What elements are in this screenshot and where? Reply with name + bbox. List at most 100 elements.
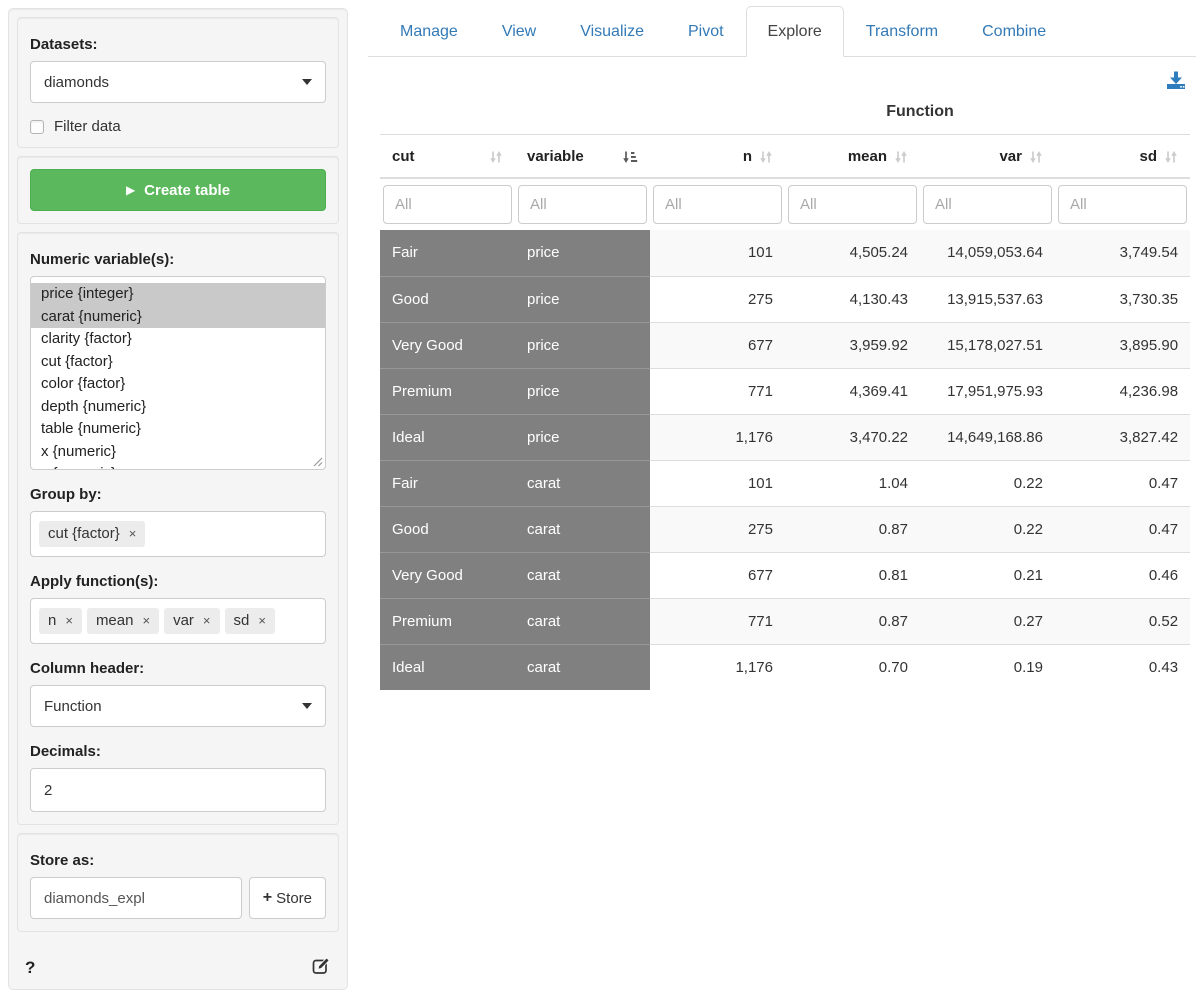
remove-tag-icon[interactable]: × xyxy=(65,613,73,629)
column-header-sd[interactable]: sd xyxy=(1140,148,1158,165)
function-tag-sd[interactable]: sd× xyxy=(225,608,275,634)
function-tag-mean[interactable]: mean × xyxy=(87,608,159,634)
cell-cut: Premium xyxy=(380,368,515,414)
list-item-clarity[interactable]: clarity {factor} xyxy=(31,328,325,351)
list-item-cut[interactable]: cut {factor} xyxy=(31,351,325,374)
group-by-input[interactable]: cut {factor}× xyxy=(30,511,326,557)
filter-input-mean[interactable] xyxy=(788,185,917,224)
tag-label: var xyxy=(173,612,194,630)
cell-cut: Ideal xyxy=(380,414,515,460)
tab-pivot[interactable]: Pivot xyxy=(666,6,746,57)
remove-tag-icon[interactable]: × xyxy=(258,613,266,629)
store-button[interactable]: + Store xyxy=(249,877,326,919)
list-item-y[interactable]: y {numeric} xyxy=(31,463,325,470)
sort-icon[interactable] xyxy=(1164,150,1178,164)
cell-n: 677 xyxy=(650,322,785,368)
tab-visualize[interactable]: Visualize xyxy=(558,6,666,57)
cell-mean: 0.81 xyxy=(785,552,920,598)
table-row: Very Goodprice6773,959.9215,178,027.513,… xyxy=(380,322,1190,368)
sort-icon[interactable] xyxy=(1029,150,1043,164)
apply-functions-label: Apply function(s): xyxy=(30,573,326,590)
cell-n: 275 xyxy=(650,276,785,322)
tab-combine[interactable]: Combine xyxy=(960,6,1068,57)
column-header-var[interactable]: var xyxy=(999,148,1022,165)
cell-cut: Ideal xyxy=(380,644,515,690)
cell-var: 0.19 xyxy=(920,644,1055,690)
sort-icon[interactable] xyxy=(894,150,908,164)
list-item-x[interactable]: x {numeric} xyxy=(31,441,325,464)
toolbar xyxy=(380,57,1196,97)
cell-var: 13,915,537.63 xyxy=(920,276,1055,322)
explore-controls-panel: Numeric variable(s): price {integer}cara… xyxy=(17,232,339,825)
group-by-tag-cut[interactable]: cut {factor}× xyxy=(39,521,145,547)
sort-icon[interactable] xyxy=(759,150,773,164)
cell-mean: 3,470.22 xyxy=(785,414,920,460)
list-item-carat[interactable]: carat {numeric} xyxy=(31,306,325,329)
function-tag-var[interactable]: var × xyxy=(164,608,219,634)
column-header-n[interactable]: n xyxy=(743,148,752,165)
cell-sd: 0.43 xyxy=(1055,644,1190,690)
remove-tag-icon[interactable]: × xyxy=(142,613,150,629)
checkbox-icon[interactable] xyxy=(30,120,44,134)
create-table-panel: ▶ Create table xyxy=(17,156,339,224)
cell-var: 0.22 xyxy=(920,460,1055,506)
group-by-label: Group by: xyxy=(30,486,326,503)
list-item-color[interactable]: color {factor} xyxy=(31,373,325,396)
remove-tag-icon[interactable]: × xyxy=(203,613,211,629)
cell-mean: 4,130.43 xyxy=(785,276,920,322)
create-table-button[interactable]: ▶ Create table xyxy=(30,169,326,211)
download-icon[interactable] xyxy=(1166,71,1186,95)
decimals-input[interactable] xyxy=(30,768,326,812)
dataset-select[interactable]: diamonds xyxy=(30,61,326,103)
remove-tag-icon[interactable]: × xyxy=(129,526,137,542)
main-content: ManageViewVisualizePivotExploreTransform… xyxy=(368,0,1196,690)
tab-manage[interactable]: Manage xyxy=(378,6,480,57)
sort-active-icon[interactable] xyxy=(622,150,638,164)
tab-explore[interactable]: Explore xyxy=(746,6,844,57)
cell-n: 1,176 xyxy=(650,414,785,460)
tab-transform[interactable]: Transform xyxy=(844,6,960,57)
sort-icon[interactable] xyxy=(489,150,503,164)
list-item-price[interactable]: price {integer} xyxy=(31,283,325,306)
filter-input-cut[interactable] xyxy=(383,185,512,224)
cell-cut: Good xyxy=(380,506,515,552)
filter-input-variable[interactable] xyxy=(518,185,647,224)
datasets-label: Datasets: xyxy=(30,36,326,53)
tag-label: mean xyxy=(96,612,134,630)
numeric-variables-list[interactable]: price {integer}carat {numeric}clarity {f… xyxy=(30,276,326,470)
cell-sd: 0.46 xyxy=(1055,552,1190,598)
function-tag-n[interactable]: n× xyxy=(39,608,82,634)
filter-input-sd[interactable] xyxy=(1058,185,1187,224)
cell-mean: 4,505.24 xyxy=(785,230,920,276)
store-as-input[interactable] xyxy=(30,877,242,919)
cell-sd: 3,827.42 xyxy=(1055,414,1190,460)
cell-variable: price xyxy=(515,414,650,460)
dataset-panel: Datasets: diamonds Filter data xyxy=(17,17,339,148)
apply-functions-input[interactable]: n×mean×var×sd× xyxy=(30,598,326,644)
filter-input-n[interactable] xyxy=(653,185,782,224)
column-header-cut[interactable]: cut xyxy=(392,148,415,165)
cell-n: 771 xyxy=(650,368,785,414)
column-header-select[interactable]: Function xyxy=(30,685,326,727)
cell-mean: 1.04 xyxy=(785,460,920,506)
column-header-variable[interactable]: variable xyxy=(527,148,584,165)
cell-cut: Fair xyxy=(380,230,515,276)
filter-input-var[interactable] xyxy=(923,185,1052,224)
resize-handle-icon[interactable] xyxy=(313,457,323,467)
explore-table: Function cut variable n mean var sd Fair price… xyxy=(380,97,1190,690)
filter-data-checkbox[interactable]: Filter data xyxy=(30,118,326,135)
cell-sd: 0.52 xyxy=(1055,598,1190,644)
table-row: Idealcarat1,1760.700.190.43 xyxy=(380,644,1190,690)
cell-sd: 3,749.54 xyxy=(1055,230,1190,276)
store-panel: Store as: + Store xyxy=(17,833,339,932)
cell-n: 1,176 xyxy=(650,644,785,690)
list-item-depth[interactable]: depth {numeric} xyxy=(31,396,325,419)
function-group-header: Function xyxy=(650,97,1190,135)
tab-view[interactable]: View xyxy=(480,6,558,57)
column-header-mean[interactable]: mean xyxy=(848,148,887,165)
list-item-table[interactable]: table {numeric} xyxy=(31,418,325,441)
column-header-label: Column header: xyxy=(30,660,326,677)
edit-report-icon[interactable] xyxy=(312,956,331,979)
cell-mean: 3,959.92 xyxy=(785,322,920,368)
help-icon[interactable]: ? xyxy=(25,958,35,978)
